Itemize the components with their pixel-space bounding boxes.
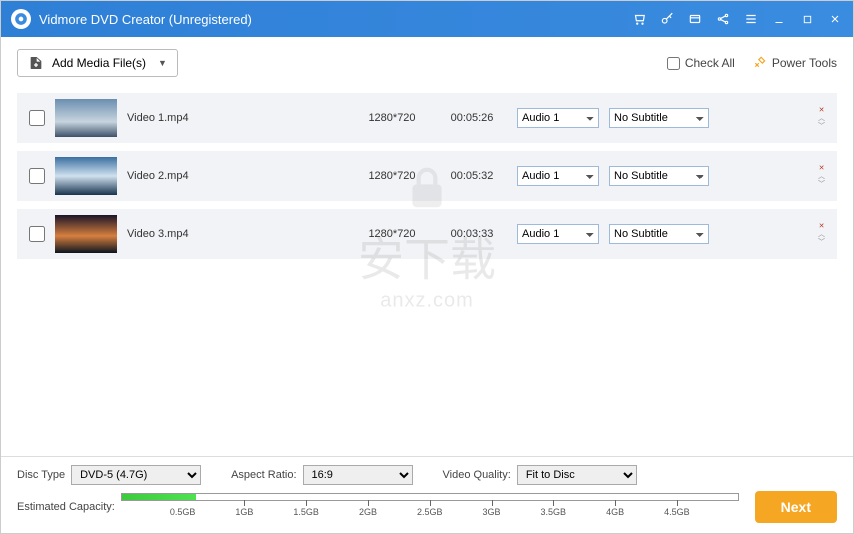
row-checkbox[interactable]	[29, 110, 45, 126]
file-row[interactable]: Video 1.mp4 1280*720 00:05:26 Audio 1 No…	[17, 93, 837, 143]
file-row[interactable]: Video 3.mp4 1280*720 00:03:33 Audio 1 No…	[17, 209, 837, 259]
audio-select[interactable]: Audio 1	[517, 166, 599, 186]
video-thumbnail	[55, 157, 117, 195]
app-logo	[11, 9, 31, 29]
titlebar-icons	[631, 11, 843, 27]
tick-label: 0.5GB	[170, 507, 196, 517]
file-name: Video 3.mp4	[127, 228, 347, 240]
remove-icon[interactable]: ✕	[819, 223, 825, 230]
row-actions: ✕ ︿ ﹀	[818, 107, 829, 130]
tick-label: 3.5GB	[541, 507, 567, 517]
audio-select[interactable]: Audio 1	[517, 224, 599, 244]
video-thumbnail	[55, 99, 117, 137]
disc-type-label: Disc Type	[17, 469, 65, 481]
chevron-down-icon: ▼	[158, 58, 167, 68]
file-name: Video 2.mp4	[127, 170, 347, 182]
title-bar: Vidmore DVD Creator (Unregistered)	[1, 1, 853, 37]
row-checkbox[interactable]	[29, 168, 45, 184]
maximize-icon[interactable]	[799, 11, 815, 27]
resolution: 1280*720	[357, 170, 427, 182]
key-icon[interactable]	[659, 11, 675, 27]
add-file-icon	[28, 55, 44, 71]
minimize-icon[interactable]	[771, 11, 787, 27]
share-icon[interactable]	[715, 11, 731, 27]
file-list: Video 1.mp4 1280*720 00:05:26 Audio 1 No…	[17, 93, 837, 450]
tick-label: 4.5GB	[664, 507, 690, 517]
resolution: 1280*720	[357, 228, 427, 240]
cart-icon[interactable]	[631, 11, 647, 27]
add-media-label: Add Media File(s)	[52, 56, 146, 70]
close-icon[interactable]	[827, 11, 843, 27]
duration: 00:05:26	[437, 112, 507, 124]
app-title: Vidmore DVD Creator (Unregistered)	[39, 12, 631, 27]
move-up-icon[interactable]: ︿	[818, 231, 825, 238]
check-all-label: Check All	[685, 56, 735, 70]
settings-icon[interactable]	[687, 11, 703, 27]
audio-select[interactable]: Audio 1	[517, 108, 599, 128]
subtitle-select[interactable]: No Subtitle	[609, 224, 709, 244]
capacity-fill	[122, 494, 196, 500]
move-down-icon[interactable]: ﹀	[818, 239, 825, 246]
move-up-icon[interactable]: ︿	[818, 115, 825, 122]
tick-label: 1.5GB	[293, 507, 319, 517]
resolution: 1280*720	[357, 112, 427, 124]
aspect-ratio-label: Aspect Ratio:	[231, 469, 296, 481]
file-row[interactable]: Video 2.mp4 1280*720 00:05:32 Audio 1 No…	[17, 151, 837, 201]
move-down-icon[interactable]: ﹀	[818, 181, 825, 188]
video-thumbnail	[55, 215, 117, 253]
next-button[interactable]: Next	[755, 491, 837, 523]
check-all-checkbox[interactable]	[667, 57, 680, 70]
row-checkbox[interactable]	[29, 226, 45, 242]
disc-type-select[interactable]: DVD-5 (4.7G)	[71, 465, 201, 485]
video-quality-label: Video Quality:	[443, 469, 511, 481]
tick-label: 4GB	[606, 507, 624, 517]
bottom-bar: Disc Type DVD-5 (4.7G) Aspect Ratio: 16:…	[1, 456, 853, 533]
capacity-label: Estimated Capacity:	[17, 501, 115, 513]
tick-label: 2.5GB	[417, 507, 443, 517]
power-tools-icon	[753, 55, 767, 72]
video-quality-select[interactable]: Fit to Disc	[517, 465, 637, 485]
capacity-bar: 0.5GB 1GB 1.5GB 2GB 2.5GB 3GB 3.5GB 4GB …	[121, 493, 739, 521]
row-actions: ✕ ︿ ﹀	[818, 165, 829, 188]
tick-label: 1GB	[235, 507, 253, 517]
tick-label: 2GB	[359, 507, 377, 517]
aspect-ratio-select[interactable]: 16:9	[303, 465, 413, 485]
file-name: Video 1.mp4	[127, 112, 347, 124]
add-media-button[interactable]: Add Media File(s) ▼	[17, 49, 178, 77]
remove-icon[interactable]: ✕	[819, 165, 825, 172]
menu-icon[interactable]	[743, 11, 759, 27]
move-down-icon[interactable]: ﹀	[818, 123, 825, 130]
check-all-toggle[interactable]: Check All	[667, 56, 735, 70]
duration: 00:05:32	[437, 170, 507, 182]
power-tools-label: Power Tools	[772, 56, 837, 70]
row-actions: ✕ ︿ ﹀	[818, 223, 829, 246]
subtitle-select[interactable]: No Subtitle	[609, 166, 709, 186]
power-tools-button[interactable]: Power Tools	[753, 55, 837, 72]
tick-label: 3GB	[483, 507, 501, 517]
remove-icon[interactable]: ✕	[819, 107, 825, 114]
move-up-icon[interactable]: ︿	[818, 173, 825, 180]
duration: 00:03:33	[437, 228, 507, 240]
toolbar: Add Media File(s) ▼ Check All Power Tool…	[17, 49, 837, 77]
subtitle-select[interactable]: No Subtitle	[609, 108, 709, 128]
